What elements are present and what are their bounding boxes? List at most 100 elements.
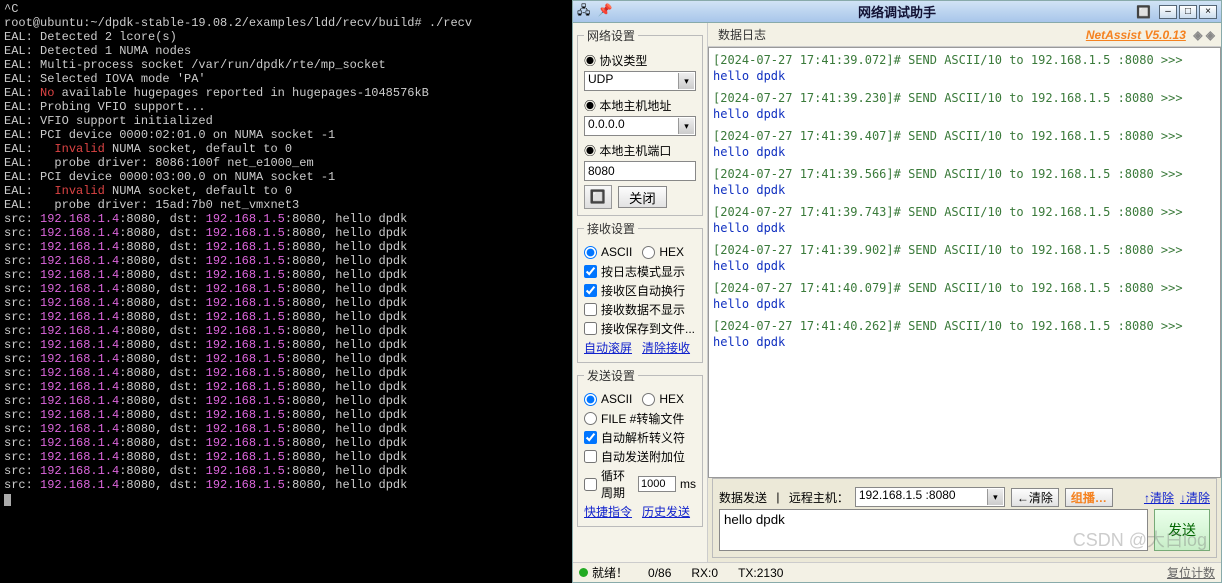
data-toolbar: 数据日志 NetAssist V5.0.13 ◈ ◈ bbox=[708, 23, 1221, 47]
packet-line: src: 192.168.1.4:8080, dst: 192.168.1.5:… bbox=[4, 450, 407, 464]
packet-line: src: 192.168.1.4:8080, dst: 192.168.1.5:… bbox=[4, 422, 407, 436]
remote-label: 远程主机： bbox=[789, 489, 849, 506]
send-hex-radio[interactable]: HEX bbox=[642, 392, 684, 406]
packet-line: src: 192.168.1.4:8080, dst: 192.168.1.5:… bbox=[4, 212, 407, 226]
recv-legend: 接收设置 bbox=[584, 220, 638, 237]
terminal-window[interactable]: ^C root@ubuntu:~/dpdk-stable-19.08.2/exa… bbox=[0, 0, 572, 583]
recv-settings: 接收设置 ASCII HEX 按日志模式显示 接收区自动换行 接收数据不显示 接… bbox=[577, 220, 703, 363]
clear-remote-button[interactable]: ←清除 bbox=[1011, 488, 1059, 507]
pin-icon[interactable]: 📌 bbox=[598, 3, 613, 17]
history-send-link[interactable]: 历史发送 bbox=[642, 503, 690, 520]
packet-line: src: 192.168.1.4:8080, dst: 192.168.1.5:… bbox=[4, 394, 407, 408]
status-tx: TX:2130 bbox=[738, 566, 783, 580]
shell-prompt: root@ubuntu:~/dpdk-stable-19.08.2/exampl… bbox=[4, 16, 429, 30]
window-title: 网络调试助手 bbox=[573, 2, 1221, 21]
data-log-label: 数据日志 bbox=[718, 26, 766, 43]
chk-hide[interactable]: 接收数据不显示 bbox=[584, 301, 696, 318]
chk-at[interactable]: 自动发送附加位 bbox=[584, 448, 696, 465]
log-message: hello dpdk bbox=[713, 335, 785, 349]
packet-line: src: 192.168.1.4:8080, dst: 192.168.1.5:… bbox=[4, 282, 407, 296]
chk-logmode[interactable]: 按日志模式显示 bbox=[584, 263, 696, 280]
close-connection-button[interactable]: 关闭 bbox=[618, 186, 667, 208]
log-timestamp: [2024-07-27 17:41:40.079]# SEND ASCII/10… bbox=[713, 281, 1183, 295]
eal-line: EAL: Invalid NUMA socket, default to 0 bbox=[4, 142, 292, 156]
chk-loop[interactable]: 循环周期 ms bbox=[584, 467, 696, 501]
packet-line: src: 192.168.1.4:8080, dst: 192.168.1.5:… bbox=[4, 254, 407, 268]
packet-line: src: 192.168.1.4:8080, dst: 192.168.1.5:… bbox=[4, 366, 407, 380]
minimize-button[interactable]: – bbox=[1159, 5, 1177, 19]
packet-line: src: 192.168.1.4:8080, dst: 192.168.1.5:… bbox=[4, 310, 407, 324]
packet-line: src: 192.168.1.4:8080, dst: 192.168.1.5:… bbox=[4, 380, 407, 394]
chevron-down-icon: ▾ bbox=[987, 489, 1003, 505]
log-timestamp: [2024-07-27 17:41:39.407]# SEND ASCII/10… bbox=[713, 129, 1183, 143]
send-ascii-radio[interactable]: ASCII bbox=[584, 392, 632, 406]
help-icon[interactable]: 🔲 bbox=[1136, 5, 1151, 19]
data-log-area[interactable]: [2024-07-27 17:41:39.072]# SEND ASCII/10… bbox=[708, 47, 1221, 478]
send-settings: 发送设置 ASCII HEX FILE #转输文件 自动解析转义符 自动发送附加… bbox=[577, 367, 703, 527]
packet-line: src: 192.168.1.4:8080, dst: 192.168.1.5:… bbox=[4, 478, 407, 492]
chk-save[interactable]: 接收保存到文件... bbox=[584, 320, 696, 337]
proto-label: 协议类型 bbox=[599, 54, 647, 68]
port-input[interactable] bbox=[584, 161, 696, 181]
send-button[interactable]: 发送 bbox=[1154, 509, 1210, 551]
diamond-icon: ◈ ◈ bbox=[1190, 28, 1215, 42]
send-text-input[interactable]: hello dpdk bbox=[719, 509, 1148, 551]
auto-scroll-link[interactable]: 自动滚屏 bbox=[584, 339, 632, 356]
log-entry: [2024-07-27 17:41:40.262]# SEND ASCII/10… bbox=[713, 318, 1216, 350]
clear-down-link[interactable]: ↓清除 bbox=[1180, 489, 1210, 506]
network-legend: 网络设置 bbox=[584, 27, 638, 44]
quick-cmd-link[interactable]: 快捷指令 bbox=[584, 503, 632, 520]
chk-escape[interactable]: 自动解析转义符 bbox=[584, 429, 696, 446]
connect-icon-button[interactable]: 🔲 bbox=[584, 185, 612, 209]
chevron-down-icon: ▾ bbox=[678, 118, 694, 134]
settings-sidebar: 网络设置 ◉ 协议类型 UDP▾ ◉ 本地主机地址 0.0.0.0▾ ◉ 本地主… bbox=[573, 23, 708, 562]
log-message: hello dpdk bbox=[713, 259, 785, 273]
status-dot-icon bbox=[579, 568, 588, 577]
log-timestamp: [2024-07-27 17:41:39.566]# SEND ASCII/10… bbox=[713, 167, 1183, 181]
packet-line: src: 192.168.1.4:8080, dst: 192.168.1.5:… bbox=[4, 240, 407, 254]
netassist-window: 🖧 📌 网络调试助手 🔲 – □ × 网络设置 ◉ 协议类型 UDP▾ ◉ 本地… bbox=[572, 0, 1222, 583]
log-timestamp: [2024-07-27 17:41:39.072]# SEND ASCII/10… bbox=[713, 53, 1183, 67]
status-progress: 0/86 bbox=[648, 566, 671, 580]
host-combo[interactable]: 0.0.0.0▾ bbox=[584, 116, 696, 136]
log-message: hello dpdk bbox=[713, 297, 785, 311]
loop-period-input[interactable] bbox=[638, 476, 676, 492]
log-entry: [2024-07-27 17:41:39.566]# SEND ASCII/10… bbox=[713, 166, 1216, 198]
clear-recv-link[interactable]: 清除接收 bbox=[642, 339, 690, 356]
multicast-button[interactable]: 组播… bbox=[1065, 488, 1113, 507]
title-bar[interactable]: 🖧 📌 网络调试助手 🔲 – □ × bbox=[573, 1, 1221, 23]
protocol-combo[interactable]: UDP▾ bbox=[584, 71, 696, 91]
ctrl-c: ^C bbox=[4, 2, 18, 16]
recv-hex-radio[interactable]: HEX bbox=[642, 245, 684, 259]
packet-line: src: 192.168.1.4:8080, dst: 192.168.1.5:… bbox=[4, 338, 407, 352]
send-legend: 发送设置 bbox=[584, 367, 638, 384]
log-message: hello dpdk bbox=[713, 145, 785, 159]
network-settings: 网络设置 ◉ 协议类型 UDP▾ ◉ 本地主机地址 0.0.0.0▾ ◉ 本地主… bbox=[577, 27, 703, 216]
brand-label: NetAssist V5.0.13 ◈ ◈ bbox=[1086, 28, 1215, 42]
titlebar-left-icons: 🖧 📌 bbox=[577, 1, 617, 22]
main-area: 数据日志 NetAssist V5.0.13 ◈ ◈ [2024-07-27 1… bbox=[708, 23, 1221, 562]
app-icon[interactable]: 🖧 bbox=[577, 3, 590, 17]
chk-wrap[interactable]: 接收区自动换行 bbox=[584, 282, 696, 299]
packet-line: src: 192.168.1.4:8080, dst: 192.168.1.5:… bbox=[4, 436, 407, 450]
maximize-button[interactable]: □ bbox=[1179, 5, 1197, 19]
close-window-button[interactable]: × bbox=[1199, 5, 1217, 19]
remote-host-combo[interactable]: 192.168.1.5 :8080▾ bbox=[855, 487, 1005, 507]
packet-line: src: 192.168.1.4:8080, dst: 192.168.1.5:… bbox=[4, 268, 407, 282]
log-entry: [2024-07-27 17:41:39.902]# SEND ASCII/10… bbox=[713, 242, 1216, 274]
eal-line: EAL: Detected 1 NUMA nodes bbox=[4, 44, 191, 58]
clear-up-link[interactable]: ↑清除 bbox=[1144, 489, 1174, 506]
chk-file[interactable]: FILE #转输文件 bbox=[584, 410, 696, 427]
packet-line: src: 192.168.1.4:8080, dst: 192.168.1.5:… bbox=[4, 324, 407, 338]
recv-ascii-radio[interactable]: ASCII bbox=[584, 245, 632, 259]
reset-counter-link[interactable]: 复位计数 bbox=[1167, 564, 1215, 581]
packet-line: src: 192.168.1.4:8080, dst: 192.168.1.5:… bbox=[4, 352, 407, 366]
log-message: hello dpdk bbox=[713, 107, 785, 121]
cursor bbox=[4, 494, 11, 506]
log-entry: [2024-07-27 17:41:39.407]# SEND ASCII/10… bbox=[713, 128, 1216, 160]
chevron-down-icon: ▾ bbox=[678, 73, 694, 89]
log-message: hello dpdk bbox=[713, 69, 785, 83]
eal-line: EAL: Multi-process socket /var/run/dpdk/… bbox=[4, 58, 386, 72]
eal-line: EAL: Invalid NUMA socket, default to 0 bbox=[4, 184, 292, 198]
status-bar: 就绪！ 0/86 RX:0 TX:2130 复位计数 bbox=[573, 562, 1221, 582]
